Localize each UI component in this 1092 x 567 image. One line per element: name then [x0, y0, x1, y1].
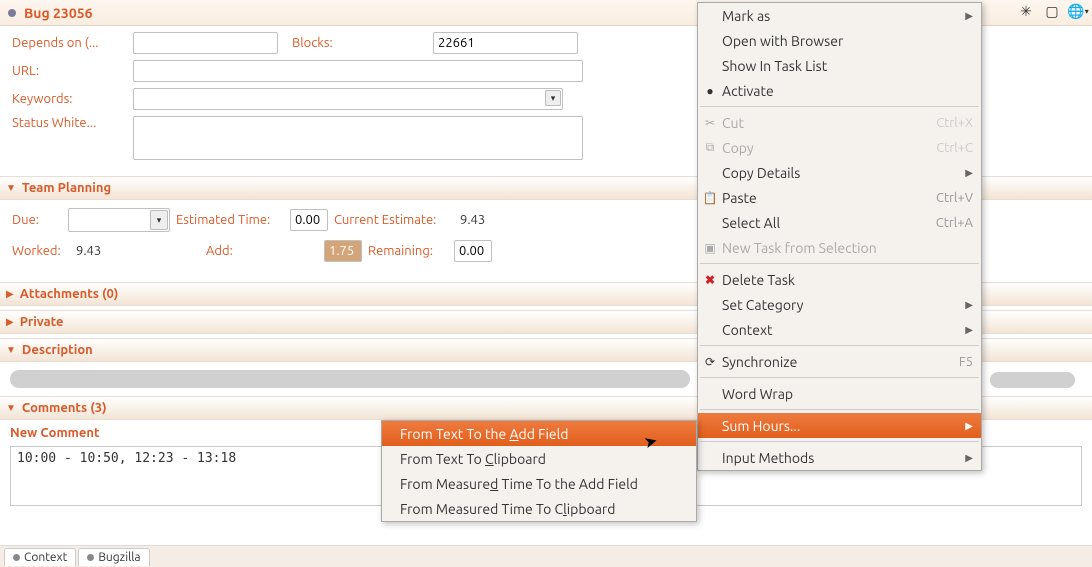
menu-open-browser[interactable]: Open with Browser: [698, 28, 981, 53]
menu-set-category[interactable]: Set Category▶: [698, 292, 981, 317]
keywords-input[interactable]: [133, 88, 563, 110]
header-actions: ✳ ▢ 🌐▾: [1018, 3, 1086, 19]
due-label: Due:: [12, 213, 62, 227]
section-title: Private: [20, 315, 64, 329]
cur-est-label: Current Estimate:: [334, 213, 454, 227]
keywords-dropdown-icon[interactable]: ▾: [545, 90, 561, 106]
paste-icon: 📋: [702, 191, 718, 205]
url-input[interactable]: [133, 60, 583, 82]
tab-context[interactable]: Context: [4, 548, 76, 566]
depends-input[interactable]: [133, 32, 278, 54]
date-picker-icon[interactable]: ▾: [150, 210, 168, 230]
sum-hours-submenu: From Text To the Add Field From Text To …: [381, 420, 697, 522]
cur-est-value: 9.43: [460, 213, 485, 227]
collapse-icon: ▶: [6, 288, 14, 300]
submenu-arrow-icon: ▶: [965, 420, 973, 432]
copy-icon: ⧉: [702, 141, 718, 155]
submenu-arrow-icon: ▶: [965, 324, 973, 336]
menu-select-all[interactable]: Select AllCtrl+A: [698, 210, 981, 235]
keywords-label: Keywords:: [12, 92, 127, 106]
submenu-arrow-icon: ▶: [965, 10, 973, 22]
task-icon: ▣: [702, 241, 718, 255]
section-title: Team Planning: [22, 181, 111, 195]
submenu-arrow-icon: ▶: [965, 299, 973, 311]
collapse-icon: ▶: [6, 316, 14, 328]
remaining-label: Remaining:: [368, 244, 448, 258]
menu-delete-task[interactable]: ✖Delete Task: [698, 267, 981, 292]
submenu-measured-to-clipboard[interactable]: From Measured Time To Clipboard: [382, 496, 696, 521]
bug-bullet-icon: [8, 9, 16, 17]
menu-separator: [700, 441, 979, 442]
status-whiteboard-input[interactable]: [133, 116, 583, 160]
section-title: Description: [22, 343, 93, 357]
cut-icon: ✂: [702, 116, 718, 130]
submenu-text-to-add[interactable]: From Text To the Add Field: [382, 421, 696, 446]
menu-show-task-list[interactable]: Show In Task List: [698, 53, 981, 78]
globe-icon[interactable]: 🌐▾: [1070, 3, 1086, 19]
sync-icon[interactable]: ✳: [1018, 3, 1034, 19]
worked-value: 9.43: [76, 244, 200, 258]
menu-copy: ⧉CopyCtrl+C: [698, 135, 981, 160]
due-date-input[interactable]: ▾: [68, 208, 170, 232]
est-input[interactable]: [290, 209, 328, 231]
url-label: URL:: [12, 64, 127, 78]
menu-separator: [700, 345, 979, 346]
menu-paste[interactable]: 📋PasteCtrl+V: [698, 185, 981, 210]
blocks-label: Blocks:: [292, 36, 427, 50]
submenu-measured-to-add[interactable]: From Measured Time To the Add Field: [382, 471, 696, 496]
menu-separator: [700, 106, 979, 107]
section-title: Attachments (0): [20, 287, 119, 301]
menu-separator: [700, 409, 979, 410]
menu-separator: [700, 377, 979, 378]
expand-icon: ▼: [6, 344, 16, 356]
remaining-input[interactable]: [454, 240, 492, 262]
activate-icon: ●: [702, 84, 718, 98]
menu-context[interactable]: Context▶: [698, 317, 981, 342]
tab-bugzilla[interactable]: Bugzilla: [78, 548, 149, 566]
worked-label: Worked:: [12, 244, 70, 258]
submenu-text-to-clipboard[interactable]: From Text To Clipboard: [382, 446, 696, 471]
menu-mark-as[interactable]: Mark as▶: [698, 3, 981, 28]
sync-icon: ⟳: [702, 355, 718, 369]
tab-label: Context: [24, 551, 67, 564]
menu-separator: [700, 263, 979, 264]
menu-synchronize[interactable]: ⟳SynchronizeF5: [698, 349, 981, 374]
tab-bullet-icon: [13, 554, 20, 561]
est-label: Estimated Time:: [176, 213, 284, 227]
menu-input-methods[interactable]: Input Methods▶: [698, 445, 981, 470]
depends-label: Depends on (...: [12, 36, 127, 50]
menu-copy-details[interactable]: Copy Details▶: [698, 160, 981, 185]
expand-icon: ▼: [6, 182, 16, 194]
menu-sum-hours[interactable]: Sum Hours...▶: [698, 413, 981, 438]
add-input[interactable]: [324, 240, 362, 262]
menu-activate[interactable]: ●Activate: [698, 78, 981, 103]
status-whiteboard-label: Status White...: [12, 116, 127, 130]
menu-word-wrap[interactable]: Word Wrap: [698, 381, 981, 406]
submenu-arrow-icon: ▶: [965, 452, 973, 464]
bug-title: Bug 23056: [24, 5, 93, 21]
box-icon[interactable]: ▢: [1044, 3, 1060, 19]
delete-icon: ✖: [702, 273, 718, 287]
redacted-description: [10, 370, 690, 388]
add-label: Add:: [206, 244, 318, 258]
comment-text: 10:00 - 10:50, 12:23 - 13:18: [17, 451, 236, 466]
context-menu: Mark as▶ Open with Browser Show In Task …: [697, 2, 982, 471]
expand-icon: ▼: [6, 402, 16, 414]
tab-label: Bugzilla: [98, 551, 140, 564]
blocks-input[interactable]: [433, 32, 578, 54]
redacted-spot: [990, 372, 1075, 388]
menu-new-task: ▣New Task from Selection: [698, 235, 981, 260]
footer-tabs: Context Bugzilla: [0, 545, 1092, 567]
submenu-arrow-icon: ▶: [965, 167, 973, 179]
menu-cut: ✂CutCtrl+X: [698, 110, 981, 135]
tab-bullet-icon: [87, 554, 94, 561]
section-title: Comments (3): [22, 401, 107, 415]
